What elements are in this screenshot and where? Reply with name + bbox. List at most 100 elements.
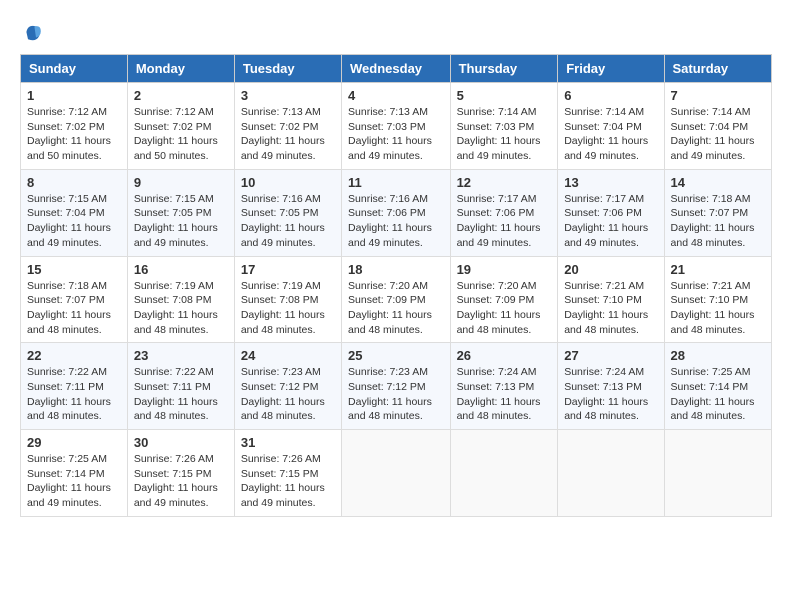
cell-content: Sunrise: 7:18 AMSunset: 7:07 PMDaylight:… (671, 192, 765, 251)
cell-content: Sunrise: 7:17 AMSunset: 7:06 PMDaylight:… (564, 192, 657, 251)
calendar-cell: 28 Sunrise: 7:25 AMSunset: 7:14 PMDayligh… (664, 343, 771, 430)
cell-content: Sunrise: 7:14 AMSunset: 7:04 PMDaylight:… (564, 105, 657, 164)
calendar-cell: 5 Sunrise: 7:14 AMSunset: 7:03 PMDaylight… (450, 83, 558, 170)
calendar-cell: 1 Sunrise: 7:12 AMSunset: 7:02 PMDaylight… (21, 83, 128, 170)
calendar-cell: 4 Sunrise: 7:13 AMSunset: 7:03 PMDaylight… (342, 83, 451, 170)
day-number: 2 (134, 88, 228, 103)
day-number: 12 (457, 175, 552, 190)
calendar-cell: 30 Sunrise: 7:26 AMSunset: 7:15 PMDayligh… (127, 430, 234, 517)
calendar-cell (558, 430, 664, 517)
day-number: 5 (457, 88, 552, 103)
day-header-saturday: Saturday (664, 55, 771, 83)
day-number: 7 (671, 88, 765, 103)
day-number: 29 (27, 435, 121, 450)
calendar-cell: 15 Sunrise: 7:18 AMSunset: 7:07 PMDayligh… (21, 256, 128, 343)
day-header-tuesday: Tuesday (234, 55, 341, 83)
day-number: 17 (241, 262, 335, 277)
calendar-cell: 25 Sunrise: 7:23 AMSunset: 7:12 PMDayligh… (342, 343, 451, 430)
cell-content: Sunrise: 7:16 AMSunset: 7:06 PMDaylight:… (348, 192, 444, 251)
calendar-cell: 18Sunrise: 7:20 AMSunset: 7:09 PMDayligh… (342, 256, 451, 343)
cell-content: Sunrise: 7:15 AMSunset: 7:04 PMDaylight:… (27, 192, 121, 251)
calendar-week-row: 1 Sunrise: 7:12 AMSunset: 7:02 PMDaylight… (21, 83, 772, 170)
cell-content: Sunrise: 7:20 AMSunset: 7:09 PMDaylight:… (457, 279, 552, 338)
cell-content: Sunrise: 7:26 AMSunset: 7:15 PMDaylight:… (134, 452, 228, 511)
calendar-cell: 13 Sunrise: 7:17 AMSunset: 7:06 PMDayligh… (558, 169, 664, 256)
day-header-sunday: Sunday (21, 55, 128, 83)
calendar-cell: 7 Sunrise: 7:14 AMSunset: 7:04 PMDaylight… (664, 83, 771, 170)
day-number: 21 (671, 262, 765, 277)
day-number: 1 (27, 88, 121, 103)
day-number: 19 (457, 262, 552, 277)
day-number: 3 (241, 88, 335, 103)
cell-content: Sunrise: 7:25 AMSunset: 7:14 PMDaylight:… (671, 365, 765, 424)
calendar-cell: 12 Sunrise: 7:17 AMSunset: 7:06 PMDayligh… (450, 169, 558, 256)
cell-content: Sunrise: 7:13 AMSunset: 7:02 PMDaylight:… (241, 105, 335, 164)
logo (20, 20, 48, 44)
day-number: 18 (348, 262, 444, 277)
day-number: 28 (671, 348, 765, 363)
cell-content: Sunrise: 7:21 AMSunset: 7:10 PMDaylight:… (671, 279, 765, 338)
day-number: 25 (348, 348, 444, 363)
calendar-cell: 6 Sunrise: 7:14 AMSunset: 7:04 PMDaylight… (558, 83, 664, 170)
calendar-cell (450, 430, 558, 517)
cell-content: Sunrise: 7:25 AMSunset: 7:14 PMDaylight:… (27, 452, 121, 511)
cell-content: Sunrise: 7:19 AMSunset: 7:08 PMDaylight:… (134, 279, 228, 338)
cell-content: Sunrise: 7:23 AMSunset: 7:12 PMDaylight:… (241, 365, 335, 424)
calendar-cell: 9Sunrise: 7:15 AMSunset: 7:05 PMDaylight… (127, 169, 234, 256)
day-number: 20 (564, 262, 657, 277)
calendar-cell: 26Sunrise: 7:24 AMSunset: 7:13 PMDayligh… (450, 343, 558, 430)
calendar-cell: 22 Sunrise: 7:22 AMSunset: 7:11 PMDayligh… (21, 343, 128, 430)
cell-content: Sunrise: 7:23 AMSunset: 7:12 PMDaylight:… (348, 365, 444, 424)
day-number: 10 (241, 175, 335, 190)
calendar-cell: 24 Sunrise: 7:23 AMSunset: 7:12 PMDayligh… (234, 343, 341, 430)
cell-content: Sunrise: 7:12 AMSunset: 7:02 PMDaylight:… (134, 105, 228, 164)
calendar-cell: 20 Sunrise: 7:21 AMSunset: 7:10 PMDayligh… (558, 256, 664, 343)
calendar-cell (664, 430, 771, 517)
calendar-cell: 29 Sunrise: 7:25 AMSunset: 7:14 PMDayligh… (21, 430, 128, 517)
calendar-cell: 17 Sunrise: 7:19 AMSunset: 7:08 PMDayligh… (234, 256, 341, 343)
day-number: 24 (241, 348, 335, 363)
cell-content: Sunrise: 7:22 AMSunset: 7:11 PMDaylight:… (27, 365, 121, 424)
day-number: 6 (564, 88, 657, 103)
cell-content: Sunrise: 7:16 AMSunset: 7:05 PMDaylight:… (241, 192, 335, 251)
calendar-cell: 23Sunrise: 7:22 AMSunset: 7:11 PMDayligh… (127, 343, 234, 430)
day-number: 14 (671, 175, 765, 190)
cell-content: Sunrise: 7:17 AMSunset: 7:06 PMDaylight:… (457, 192, 552, 251)
day-number: 9 (134, 175, 228, 190)
cell-content: Sunrise: 7:13 AMSunset: 7:03 PMDaylight:… (348, 105, 444, 164)
calendar-cell: 31Sunrise: 7:26 AMSunset: 7:15 PMDayligh… (234, 430, 341, 517)
calendar-cell: 3 Sunrise: 7:13 AMSunset: 7:02 PMDaylight… (234, 83, 341, 170)
page-header (20, 20, 772, 44)
cell-content: Sunrise: 7:18 AMSunset: 7:07 PMDaylight:… (27, 279, 121, 338)
cell-content: Sunrise: 7:14 AMSunset: 7:03 PMDaylight:… (457, 105, 552, 164)
calendar-cell: 8 Sunrise: 7:15 AMSunset: 7:04 PMDaylight… (21, 169, 128, 256)
calendar-cell: 27Sunrise: 7:24 AMSunset: 7:13 PMDayligh… (558, 343, 664, 430)
cell-content: Sunrise: 7:14 AMSunset: 7:04 PMDaylight:… (671, 105, 765, 164)
calendar-week-row: 29 Sunrise: 7:25 AMSunset: 7:14 PMDayligh… (21, 430, 772, 517)
calendar-week-row: 22 Sunrise: 7:22 AMSunset: 7:11 PMDayligh… (21, 343, 772, 430)
calendar-week-row: 8 Sunrise: 7:15 AMSunset: 7:04 PMDaylight… (21, 169, 772, 256)
cell-content: Sunrise: 7:26 AMSunset: 7:15 PMDaylight:… (241, 452, 335, 511)
day-number: 26 (457, 348, 552, 363)
day-number: 23 (134, 348, 228, 363)
cell-content: Sunrise: 7:19 AMSunset: 7:08 PMDaylight:… (241, 279, 335, 338)
day-number: 22 (27, 348, 121, 363)
calendar-cell: 10 Sunrise: 7:16 AMSunset: 7:05 PMDayligh… (234, 169, 341, 256)
day-number: 15 (27, 262, 121, 277)
calendar-cell: 2 Sunrise: 7:12 AMSunset: 7:02 PMDaylight… (127, 83, 234, 170)
calendar-cell: 21 Sunrise: 7:21 AMSunset: 7:10 PMDayligh… (664, 256, 771, 343)
day-number: 30 (134, 435, 228, 450)
day-number: 8 (27, 175, 121, 190)
calendar-cell: 19 Sunrise: 7:20 AMSunset: 7:09 PMDayligh… (450, 256, 558, 343)
day-header-wednesday: Wednesday (342, 55, 451, 83)
calendar-cell: 16 Sunrise: 7:19 AMSunset: 7:08 PMDayligh… (127, 256, 234, 343)
day-header-friday: Friday (558, 55, 664, 83)
day-number: 27 (564, 348, 657, 363)
day-number: 13 (564, 175, 657, 190)
day-header-thursday: Thursday (450, 55, 558, 83)
logo-icon (20, 20, 44, 44)
day-number: 16 (134, 262, 228, 277)
cell-content: Sunrise: 7:21 AMSunset: 7:10 PMDaylight:… (564, 279, 657, 338)
cell-content: Sunrise: 7:12 AMSunset: 7:02 PMDaylight:… (27, 105, 121, 164)
day-number: 4 (348, 88, 444, 103)
